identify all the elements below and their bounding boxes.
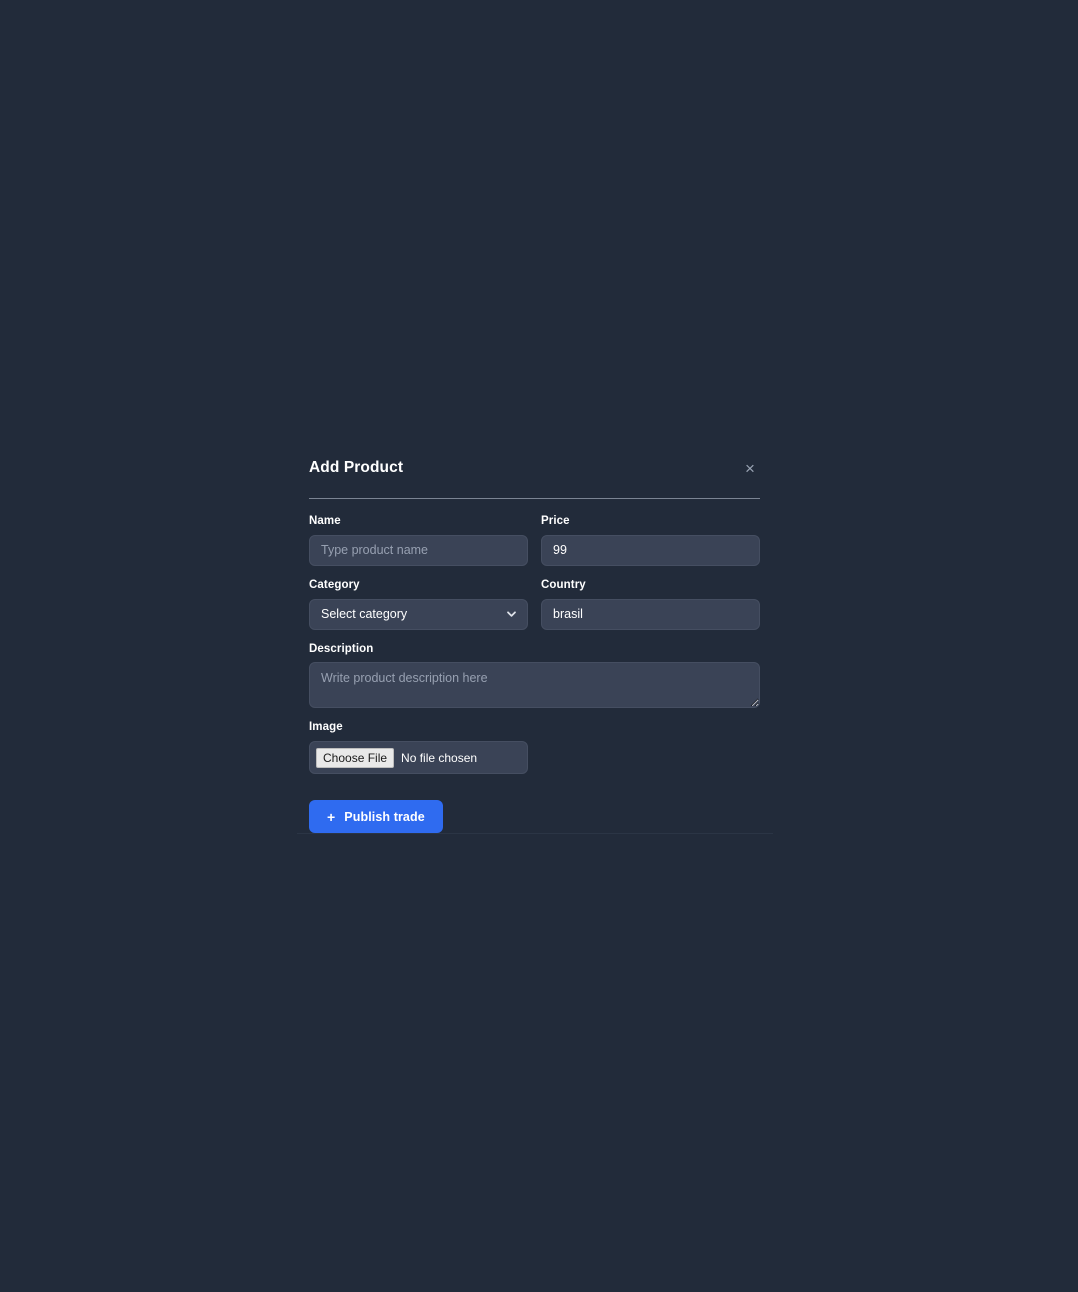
choose-file-button[interactable]: Choose File <box>316 747 395 768</box>
field-category: Category Select category <box>309 579 528 630</box>
publish-trade-button[interactable]: + Publish trade <box>309 800 443 834</box>
price-input[interactable] <box>541 534 760 566</box>
country-label: Country <box>541 578 586 591</box>
country-input[interactable] <box>541 598 760 630</box>
field-image: Image Choose File No file chosen <box>309 721 760 775</box>
file-status-text: No file chosen <box>401 750 478 765</box>
name-input[interactable] <box>309 534 528 566</box>
image-file-input[interactable]: Choose File No file chosen <box>309 741 528 775</box>
field-description: Description <box>309 643 760 709</box>
description-textarea[interactable] <box>309 662 760 709</box>
page-title: Add Product <box>309 459 404 477</box>
form-row-image: Image Choose File No file chosen <box>309 721 760 787</box>
add-product-modal: Add Product × Name Price Category Select… <box>297 452 773 834</box>
name-label: Name <box>309 515 341 527</box>
publish-trade-label: Publish trade <box>344 809 425 824</box>
field-price: Price <box>541 515 760 566</box>
modal-header: Add Product × <box>309 452 760 484</box>
field-name: Name <box>309 515 528 566</box>
close-icon[interactable]: × <box>740 458 760 478</box>
description-label: Description <box>309 642 374 655</box>
plus-icon: + <box>327 808 336 825</box>
category-label: Category <box>309 578 360 591</box>
footer-divider <box>297 833 773 834</box>
add-product-form: Name Price Category Select category <box>309 515 760 834</box>
form-row-description: Description <box>309 643 760 722</box>
category-select[interactable]: Select category <box>309 598 528 630</box>
header-divider <box>309 498 760 499</box>
form-row-category-country: Category Select category Country <box>309 579 760 643</box>
price-label: Price <box>541 515 570 527</box>
field-country: Country <box>541 579 760 630</box>
image-label: Image <box>309 721 343 734</box>
form-row-name-price: Name Price <box>309 515 760 579</box>
